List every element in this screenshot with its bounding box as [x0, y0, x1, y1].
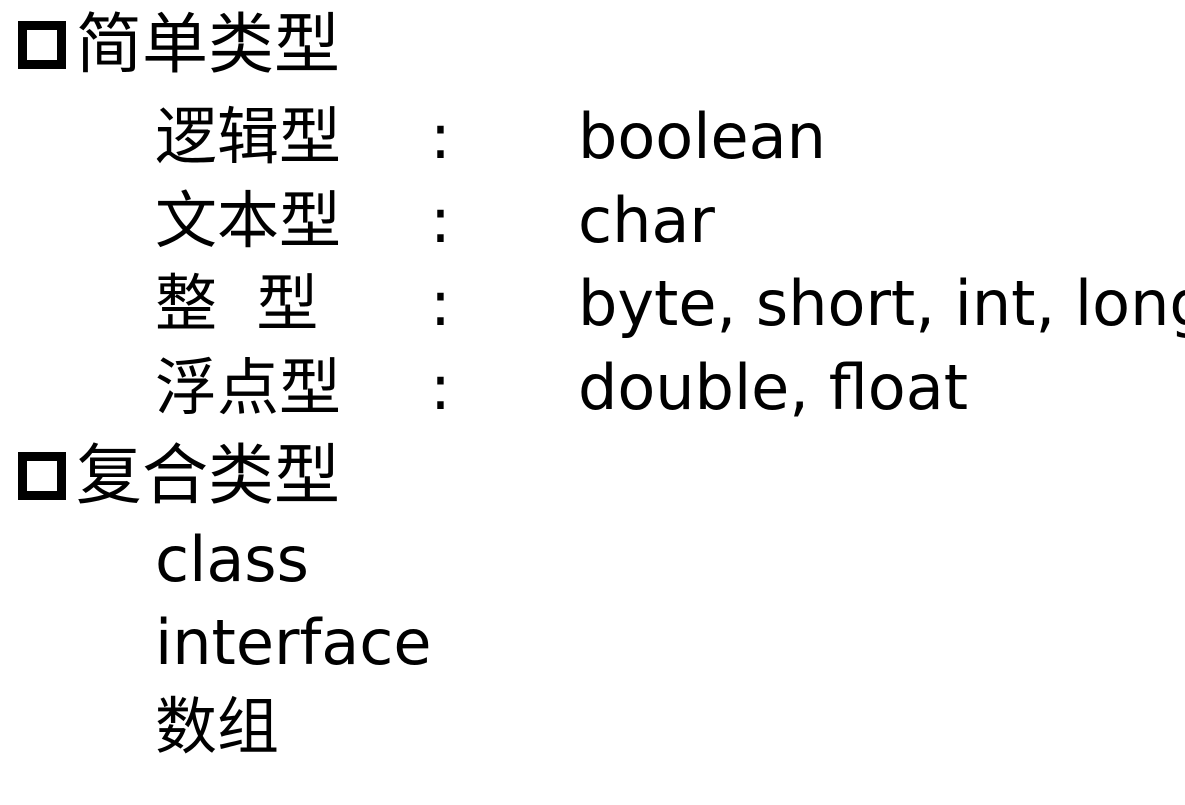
slide: { "sections": [ { "title": "简单类型", "rows…: [0, 0, 1185, 805]
type-keywords-text: char: [578, 184, 715, 257]
separator-colon: :: [430, 267, 451, 340]
type-name-integer: 整 型: [155, 267, 319, 340]
type-keywords-integer: byte, short, int, long: [578, 267, 1185, 340]
separator-colon: :: [430, 351, 451, 424]
separator-colon: :: [430, 184, 451, 257]
composite-item-array: 数组: [155, 690, 280, 763]
type-keywords-logical: boolean: [578, 100, 826, 173]
section-title: 复合类型: [76, 437, 340, 514]
section-title: 简单类型: [76, 6, 340, 83]
composite-item-class: class: [155, 523, 309, 596]
type-name-text: 文本型: [155, 184, 342, 257]
composite-item-interface: interface: [155, 606, 432, 679]
type-name-float: 浮点型: [155, 351, 342, 424]
type-keywords-float: double, float: [578, 351, 969, 424]
section-heading-composite-types: 复合类型: [18, 436, 340, 516]
hollow-square-bullet-icon: [18, 21, 66, 69]
type-name-logical: 逻辑型: [155, 100, 342, 173]
section-heading-simple-types: 简单类型: [18, 5, 340, 85]
separator-colon: :: [430, 100, 451, 173]
hollow-square-bullet-icon: [18, 452, 66, 500]
